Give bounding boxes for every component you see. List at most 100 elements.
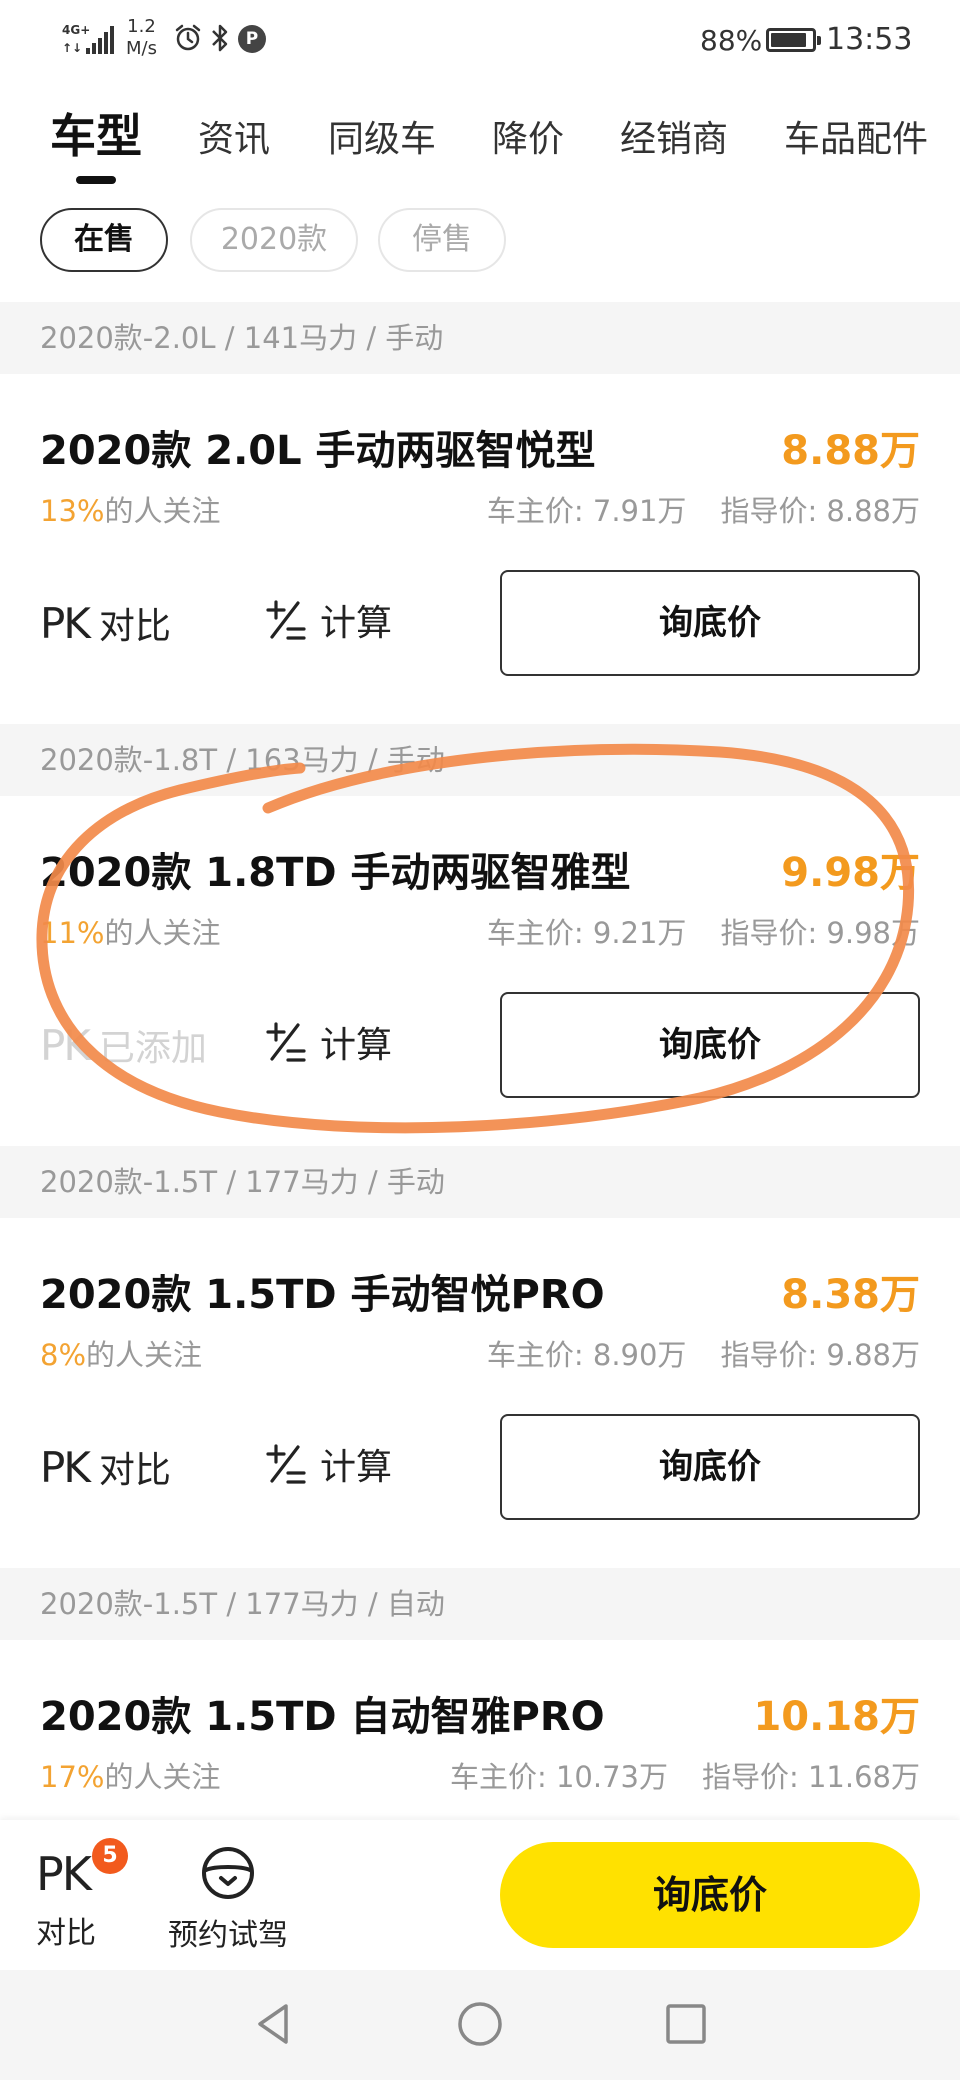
status-bar: 4G+ ↑↓ 1.2 M/s P 88% 13:53: [0, 0, 960, 80]
price-info: 车主价: 9.21万 指导价: 9.98万: [487, 910, 920, 952]
svg-text:4G+: 4G+: [62, 23, 90, 37]
follow-percent: 13%: [40, 494, 105, 528]
group-header: 2020款-2.0L / 141马力 / 手动: [0, 302, 960, 374]
pk-compare-button[interactable]: PK 对比: [40, 596, 171, 652]
follow-percent: 11%: [40, 916, 105, 950]
clock: 13:53: [826, 22, 913, 57]
follow-text: 的人关注: [104, 1760, 221, 1794]
svg-text:↑↓: ↑↓: [62, 41, 82, 55]
bluetooth-icon: [212, 24, 228, 52]
pk-tray-label: 对比: [36, 1916, 96, 1951]
guide-price: 指导价: 9.88万: [720, 1338, 920, 1372]
battery-icon: [766, 28, 821, 52]
pk-label: 已添加: [98, 1028, 207, 1069]
calculator-icon: [266, 1444, 306, 1484]
tab-dealers[interactable]: 经销商: [620, 110, 728, 162]
network-speed-value: 1.2: [127, 16, 156, 37]
price-info: 车主价: 7.91万 指导价: 8.88万: [487, 488, 920, 530]
car-card[interactable]: 2020款 1.8TD 手动两驱智雅型 9.98万 11%的人关注 车主价: 9…: [0, 796, 960, 1146]
owner-price: 车主价: 10.73万: [449, 1760, 668, 1794]
pk-count-badge: 5: [92, 1838, 128, 1874]
car-price: 8.38万: [781, 1272, 920, 1318]
pk-icon: PK: [40, 1021, 91, 1070]
battery-percent: 88%: [700, 24, 763, 57]
car-card[interactable]: 2020款 1.5TD 自动智雅PRO 10.18万 17%的人关注 车主价: …: [0, 1640, 960, 1820]
follow-text: 的人关注: [86, 1338, 203, 1372]
pk-label: 对比: [98, 1450, 171, 1491]
owner-price: 车主价: 8.90万: [486, 1338, 687, 1372]
top-tabs: 车型 资讯 同级车 降价 经销商 车品配件: [0, 100, 960, 190]
follow-text: 的人关注: [104, 916, 221, 950]
car-name: 2020款 1.5TD 手动智悦PRO: [40, 1272, 605, 1318]
follow-rate: 13%的人关注: [40, 488, 220, 530]
owner-price: 车主价: 7.91万: [486, 494, 687, 528]
pk-compare-button[interactable]: PK 对比: [40, 1440, 171, 1496]
alarm-icon: [175, 24, 201, 51]
app-root: 4G+ ↑↓ 1.2 M/s P 88% 13:53 车型 资讯 同级车 降价: [0, 0, 960, 2080]
tab-price-drop[interactable]: 降价: [492, 110, 564, 162]
tab-news[interactable]: 资讯: [198, 110, 270, 162]
pk-icon: PK: [40, 1443, 91, 1492]
owner-price: 车主价: 9.21万: [486, 916, 687, 950]
car-price: 9.98万: [781, 850, 920, 896]
test-drive-label: 预约试驾: [168, 1918, 288, 1953]
recents-icon[interactable]: [662, 2000, 710, 2048]
home-icon[interactable]: [456, 2000, 504, 2048]
ask-price-button[interactable]: 询底价: [500, 1414, 920, 1520]
bottom-action-bar: PK 5 对比 预约试驾 询底价: [0, 1820, 960, 1970]
network-speed: 1.2 M/s: [126, 16, 157, 60]
network-speed-unit: M/s: [126, 38, 157, 59]
pk-icon: PK: [40, 599, 91, 648]
test-drive-button[interactable]: 预约试驾: [158, 1844, 298, 1954]
follow-rate: 11%的人关注: [40, 910, 220, 952]
follow-rate: 17%的人关注: [40, 1754, 220, 1796]
car-name: 2020款 1.8TD 手动两驱智雅型: [40, 850, 631, 896]
calculate-label: 计算: [320, 1025, 393, 1066]
calculate-button[interactable]: 计算: [262, 1018, 392, 1074]
signal-icon: 4G+ ↑↓: [62, 23, 114, 55]
car-price: 10.18万: [753, 1694, 920, 1740]
parking-icon: P: [238, 25, 266, 53]
system-nav-bar: [0, 1970, 960, 2080]
calculator-icon: [266, 1022, 306, 1062]
calculate-button[interactable]: 计算: [262, 596, 392, 652]
follow-rate: 8%的人关注: [40, 1332, 202, 1374]
tab-competitors[interactable]: 同级车: [328, 110, 436, 162]
group-header: 2020款-1.5T / 177马力 / 自动: [0, 1568, 960, 1640]
car-name: 2020款 1.5TD 自动智雅PRO: [40, 1694, 605, 1740]
guide-price: 指导价: 11.68万: [701, 1760, 920, 1794]
guide-price: 指导价: 9.98万: [720, 916, 920, 950]
chip-on-sale[interactable]: 在售: [40, 208, 168, 272]
calculate-label: 计算: [320, 603, 393, 644]
car-card[interactable]: 2020款 1.5TD 手动智悦PRO 8.38万 8%的人关注 车主价: 8.…: [0, 1218, 960, 1568]
pk-added-button[interactable]: PK 已添加: [40, 1018, 207, 1074]
calculator-icon: [266, 600, 306, 640]
calculate-label: 计算: [320, 1447, 393, 1488]
tab-models[interactable]: 车型: [50, 100, 142, 166]
car-price: 8.88万: [781, 428, 920, 474]
price-info: 车主价: 10.73万 指导价: 11.68万: [450, 1754, 920, 1796]
group-header: 2020款-1.8T / 163马力 / 手动: [0, 724, 960, 796]
pk-icon: PK: [36, 1847, 92, 1901]
follow-text: 的人关注: [104, 494, 221, 528]
battery-fill: [771, 33, 806, 47]
tab-indicator: [76, 176, 116, 184]
ask-price-button[interactable]: 询底价: [500, 570, 920, 676]
price-info: 车主价: 8.90万 指导价: 9.88万: [487, 1332, 920, 1374]
back-icon[interactable]: [250, 2000, 298, 2048]
car-name: 2020款 2.0L 手动两驱智悦型: [40, 428, 596, 474]
ask-price-button[interactable]: 询底价: [500, 992, 920, 1098]
filter-chips: 在售 2020款 停售: [0, 208, 960, 272]
chip-2020[interactable]: 2020款: [190, 208, 358, 272]
calculate-button[interactable]: 计算: [262, 1440, 392, 1496]
ask-price-main-button[interactable]: 询底价: [500, 1842, 920, 1948]
guide-price: 指导价: 8.88万: [720, 494, 920, 528]
tab-accessories[interactable]: 车品配件: [784, 110, 928, 162]
pk-compare-tray-button[interactable]: PK 5 对比: [36, 1838, 146, 1952]
follow-percent: 8%: [40, 1338, 87, 1372]
car-card[interactable]: 2020款 2.0L 手动两驱智悦型 8.88万 13%的人关注 车主价: 7.…: [0, 374, 960, 724]
chip-discontinued[interactable]: 停售: [378, 208, 506, 272]
group-header: 2020款-1.5T / 177马力 / 手动: [0, 1146, 960, 1218]
steering-wheel-icon: [202, 1847, 254, 1899]
follow-percent: 17%: [40, 1760, 105, 1794]
